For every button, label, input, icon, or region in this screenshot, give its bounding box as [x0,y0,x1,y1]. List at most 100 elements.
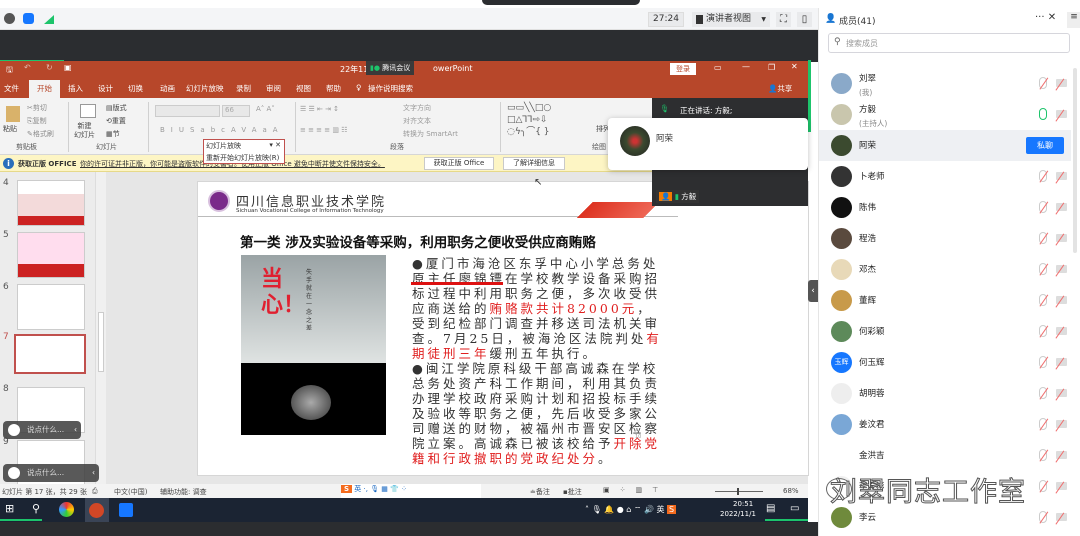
member-row[interactable]: 董辉 [819,285,1071,316]
layout-button[interactable]: ▤版式 [106,103,127,113]
font-format-buttons[interactable]: BIUSabcAVAaA [160,126,284,134]
new-slide-button[interactable]: 新建 幻灯片 [74,122,95,140]
member-row[interactable]: 玉辉 何玉辉 [819,347,1071,378]
notes-check-icon[interactable]: ⎙ [92,487,98,496]
tab-design[interactable]: 设计 [98,83,113,94]
zoom-slider-thumb[interactable] [737,488,739,495]
smartart-button[interactable]: 转换为 SmartArt [403,129,458,139]
mic-muted-icon[interactable] [1039,294,1047,306]
zoom-level[interactable]: 68% [783,487,799,495]
private-chat-button[interactable]: 私聊 [1026,137,1064,154]
tab-view[interactable]: 视图 [296,83,311,94]
emoji-icon[interactable] [8,424,20,436]
camera-off-icon[interactable] [1056,482,1067,490]
tab-review[interactable]: 审阅 [266,83,281,94]
learn-more-button[interactable]: 了解详细信息 [503,157,565,170]
camera-off-icon[interactable] [1056,110,1067,118]
close-icon[interactable]: ▾ ✕ [269,141,281,149]
mic-muted-icon[interactable] [1039,325,1047,337]
tab-insert[interactable]: 插入 [68,83,83,94]
more-icon[interactable]: ··· ✕ [1035,12,1056,23]
thumbnails-scrollbar[interactable] [95,172,106,484]
member-row[interactable]: 阿荣 私聊 [819,130,1071,161]
camera-off-icon[interactable] [1056,451,1067,459]
view-mode-dropdown[interactable]: 演讲者视图 ▼ [692,12,770,27]
redo-icon[interactable]: ↻ [46,63,53,72]
font-grow-icon[interactable]: A˄ A˅ [256,105,275,113]
paste-button[interactable]: 粘贴 [3,124,17,134]
camera-off-icon[interactable] [1056,389,1067,397]
mic-muted-icon[interactable] [1039,387,1047,399]
tab-help[interactable]: 帮助 [326,83,341,94]
section-button[interactable]: ▦节 [106,129,120,139]
info-icon[interactable] [4,13,15,24]
view-buttons[interactable]: ▣⁘▥⊤ [603,486,668,494]
sidebar-toggle-icon[interactable]: ▯ [797,12,812,27]
mic-on-icon[interactable] [1039,108,1047,120]
mic-muted-icon[interactable] [1039,170,1047,182]
member-row[interactable]: 邓杰 [819,254,1071,285]
member-row[interactable]: 何彩颖 [819,316,1071,347]
restart-slideshow-item[interactable]: 重新开始幻灯片放映(R) [206,153,282,163]
system-tray-icons[interactable]: ˄ 🎙 🔔 ● ⌂ ⌔ 🔊 英 S [585,504,677,515]
tab-file[interactable]: 文件 [4,83,19,94]
align-text-button[interactable]: 对齐文本 [403,116,431,126]
camera-off-icon[interactable] [1056,327,1067,335]
collapse-panel-handle[interactable]: ‹ [808,280,818,302]
new-slide-icon[interactable] [80,104,96,118]
camera-off-icon[interactable] [1056,79,1067,87]
mic-muted-icon[interactable] [1039,418,1047,430]
cut-button[interactable]: ✂剪切 [27,103,47,113]
ime-tools-icons[interactable]: ·, 🎙 ▦ 👕 ⁘ [364,485,407,493]
align-buttons[interactable]: ≡ ≡ ≡ ≡ ▥ ☷ [300,126,347,134]
chat-input[interactable]: 说点什么... ‹ [3,464,99,482]
notification-icon[interactable]: ▤ [766,503,775,514]
restore-icon[interactable]: ❐ [768,63,775,72]
copy-button[interactable]: ⎘复制 [27,116,47,126]
windows-start-icon[interactable]: ⊞ [5,502,14,515]
fullscreen-icon[interactable]: ⛶ [776,12,791,27]
tab-home[interactable]: 开始 [29,80,60,98]
camera-off-icon[interactable] [1056,296,1067,304]
mic-muted-icon[interactable] [1039,480,1047,492]
mic-muted-icon[interactable] [1039,77,1047,89]
get-genuine-button[interactable]: 获取正版 Office [424,157,494,170]
member-row[interactable]: 刘翠 (我) [819,68,1071,99]
tencent-meeting-icon[interactable] [119,503,133,517]
tab-transitions[interactable]: 切换 [128,83,143,94]
save-icon[interactable]: 🖫 [6,64,13,78]
action-center-icon[interactable]: ▭ [790,503,799,514]
list-buttons[interactable]: ☰ ☰ ⇤ ⇥ ↕ [300,105,339,113]
member-row[interactable]: 姜汶君 [819,409,1071,440]
slide-thumbnail[interactable] [17,232,85,278]
member-row[interactable]: 方毅 (主持人) [819,99,1071,130]
emoji-icon[interactable] [8,467,20,479]
camera-off-icon[interactable] [1056,265,1067,273]
ribbon-display-icon[interactable]: ▭ [714,63,722,72]
language-indicator[interactable]: 中文(中国) [114,487,147,497]
member-list-scrollbar[interactable] [1073,68,1077,253]
menu-icon[interactable]: ≡ [1067,12,1080,28]
close-icon[interactable]: ✕ [791,62,798,71]
accessibility-status[interactable]: 辅助功能: 调查 [160,487,207,497]
tab-animations[interactable]: 动画 [160,83,175,94]
login-button[interactable]: 登录 [670,63,696,75]
minimize-icon[interactable]: — [742,62,750,71]
browser-icon[interactable] [59,502,74,517]
slide-thumbnail[interactable] [17,284,85,330]
meeting-top-pill[interactable] [482,0,640,5]
shapes-gallery[interactable]: ▭▭╲╲□○ □△⅂⅂⇨⇩ ◌ϟ╮⌒{ } [507,102,551,138]
clock-date[interactable]: 2022/11/1 [720,510,756,518]
ime-mode[interactable]: 英 [354,485,361,493]
camera-off-icon[interactable] [1056,513,1067,521]
tell-me-search[interactable]: 操作说明搜索 [368,83,413,94]
notes-button[interactable]: ≐备注 [530,487,550,497]
member-row[interactable]: 陈伟 [819,192,1071,223]
search-icon[interactable]: ⚲ [32,502,40,515]
tray-ime[interactable]: 英 [656,505,664,514]
slide-thumbnail[interactable] [17,180,85,226]
undo-icon[interactable]: ↶ [24,63,31,72]
font-size-select[interactable]: 66 [222,105,250,117]
chat-input[interactable]: 说点什么... ‹ [3,421,81,439]
mic-muted-icon[interactable] [1039,511,1047,523]
